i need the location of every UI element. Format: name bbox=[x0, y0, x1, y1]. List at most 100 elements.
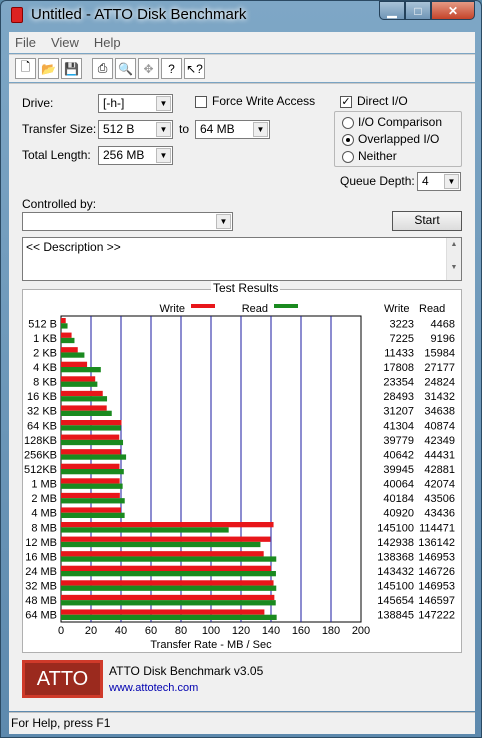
overlapped-io-label[interactable]: Overlapped I/O bbox=[358, 132, 439, 146]
read-value: 40874 bbox=[424, 420, 455, 432]
write-value: 40920 bbox=[383, 508, 414, 520]
x-tick-label: 40 bbox=[115, 625, 127, 637]
read-bar bbox=[61, 571, 276, 577]
category-label: 4 MB bbox=[31, 508, 57, 520]
write-bar bbox=[61, 492, 120, 499]
write-value: 41304 bbox=[383, 420, 414, 432]
transfer-to-select[interactable]: 64 MB ▼ bbox=[195, 120, 270, 139]
help-icon[interactable]: ? bbox=[161, 58, 182, 79]
chevron-down-icon[interactable]: ▼ bbox=[444, 174, 459, 189]
write-bar bbox=[61, 478, 120, 484]
read-value: 147222 bbox=[418, 610, 455, 622]
description-box[interactable]: << Description >> ▲ ▼ bbox=[22, 237, 462, 281]
controlled-by-select[interactable]: ▼ bbox=[22, 212, 233, 231]
maximize-button[interactable]: □ bbox=[405, 1, 431, 20]
read-value: 146953 bbox=[418, 581, 455, 593]
menu-file[interactable]: File bbox=[15, 35, 36, 50]
read-value: 42881 bbox=[424, 464, 455, 476]
force-write-label[interactable]: Force Write Access bbox=[212, 94, 315, 108]
write-bar bbox=[61, 551, 264, 557]
transfer-to-value: 64 MB bbox=[200, 122, 235, 136]
io-comparison-label[interactable]: I/O Comparison bbox=[358, 115, 442, 129]
direct-io-label[interactable]: Direct I/O bbox=[357, 94, 408, 108]
website-link[interactable]: www.attotech.com bbox=[109, 682, 198, 694]
read-value: 146726 bbox=[418, 566, 455, 578]
open-folder-icon[interactable]: 📂 bbox=[38, 58, 59, 79]
chevron-down-icon[interactable]: ▼ bbox=[156, 148, 171, 163]
write-bar bbox=[61, 332, 72, 338]
print-icon[interactable]: ⎙ bbox=[92, 58, 113, 79]
close-button[interactable]: ✕ bbox=[431, 1, 475, 20]
description-text: << Description >> bbox=[26, 240, 121, 254]
queue-depth-value: 4 bbox=[422, 174, 429, 188]
write-value: 3223 bbox=[390, 318, 414, 330]
read-bar bbox=[61, 614, 277, 620]
read-bar bbox=[61, 498, 125, 504]
write-bar bbox=[61, 565, 272, 571]
neither-radio[interactable] bbox=[342, 151, 354, 163]
menu-view[interactable]: View bbox=[51, 35, 79, 50]
write-bar bbox=[61, 609, 265, 615]
overlapped-io-radio[interactable] bbox=[342, 134, 354, 146]
drive-select[interactable]: [-h-] ▼ bbox=[98, 94, 173, 113]
read-bar bbox=[61, 425, 121, 431]
category-label: 2 KB bbox=[33, 347, 57, 359]
start-button[interactable]: Start bbox=[392, 211, 462, 231]
read-bar bbox=[61, 323, 68, 329]
total-length-select[interactable]: 256 MB ▼ bbox=[98, 146, 173, 165]
read-value: 44431 bbox=[424, 449, 455, 461]
write-bar bbox=[61, 463, 120, 469]
transfer-from-select[interactable]: 512 B ▼ bbox=[98, 120, 173, 139]
queue-depth-select[interactable]: 4 ▼ bbox=[417, 172, 461, 191]
chevron-down-icon[interactable]: ▼ bbox=[216, 214, 231, 229]
chevron-down-icon[interactable]: ▼ bbox=[156, 122, 171, 137]
io-comparison-radio[interactable] bbox=[342, 117, 354, 129]
x-tick-label: 140 bbox=[262, 625, 280, 637]
read-value: 27177 bbox=[424, 362, 455, 374]
legend-write-label: Write bbox=[160, 303, 185, 315]
category-label: 4 KB bbox=[33, 362, 57, 374]
new-document-icon[interactable]: 🗋 bbox=[15, 58, 36, 79]
description-scrollbar[interactable]: ▲ ▼ bbox=[446, 238, 461, 280]
write-bar bbox=[61, 580, 274, 586]
print-preview-icon[interactable]: 🔍 bbox=[115, 58, 136, 79]
write-bar bbox=[61, 522, 274, 528]
category-label: 16 KB bbox=[27, 391, 57, 403]
category-label: 2 MB bbox=[31, 493, 57, 505]
legend-write-swatch bbox=[191, 304, 215, 308]
results-chart: Write Read Write Read 0 20 40 60 80 100 120 140 160 1… bbox=[24, 303, 455, 651]
context-help-icon[interactable]: ↖? bbox=[184, 58, 205, 79]
minimize-button[interactable]: ▁ bbox=[379, 1, 405, 20]
write-value: 7225 bbox=[390, 333, 414, 345]
chevron-down-icon[interactable]: ▼ bbox=[156, 96, 171, 111]
main-panel: Drive: [-h-] ▼ Force Write Access ✓ Direc… bbox=[9, 83, 475, 711]
window-title: Untitled - ATTO Disk Benchmark bbox=[31, 6, 247, 23]
chevron-down-icon[interactable]: ▼ bbox=[253, 122, 268, 137]
title-bar[interactable]: Untitled - ATTO Disk Benchmark ▁ □ ✕ bbox=[1, 1, 481, 29]
read-bar bbox=[61, 483, 123, 489]
read-value: 4468 bbox=[431, 318, 455, 330]
write-bar bbox=[61, 449, 121, 455]
write-bar bbox=[61, 434, 120, 440]
save-icon[interactable]: 💾 bbox=[61, 58, 82, 79]
read-value: 31432 bbox=[424, 391, 455, 403]
read-bar bbox=[61, 585, 277, 591]
legend-read-label: Read bbox=[242, 303, 268, 315]
x-tick-label: 180 bbox=[322, 625, 340, 637]
move-icon[interactable]: ✥ bbox=[138, 58, 159, 79]
write-bar bbox=[61, 507, 121, 513]
neither-label[interactable]: Neither bbox=[358, 149, 397, 163]
write-bar bbox=[61, 405, 107, 411]
menu-help[interactable]: Help bbox=[94, 35, 121, 50]
x-tick-label: 160 bbox=[292, 625, 310, 637]
read-bar bbox=[61, 527, 229, 533]
force-write-checkbox[interactable] bbox=[195, 96, 207, 108]
write-value: 40064 bbox=[383, 479, 414, 491]
direct-io-checkbox[interactable]: ✓ bbox=[340, 96, 352, 108]
x-tick-label: 200 bbox=[352, 625, 370, 637]
write-bar bbox=[61, 420, 122, 426]
test-results-title: Test Results bbox=[211, 281, 281, 295]
read-bar bbox=[61, 381, 98, 387]
write-bar bbox=[61, 361, 88, 367]
write-bar bbox=[61, 376, 96, 382]
